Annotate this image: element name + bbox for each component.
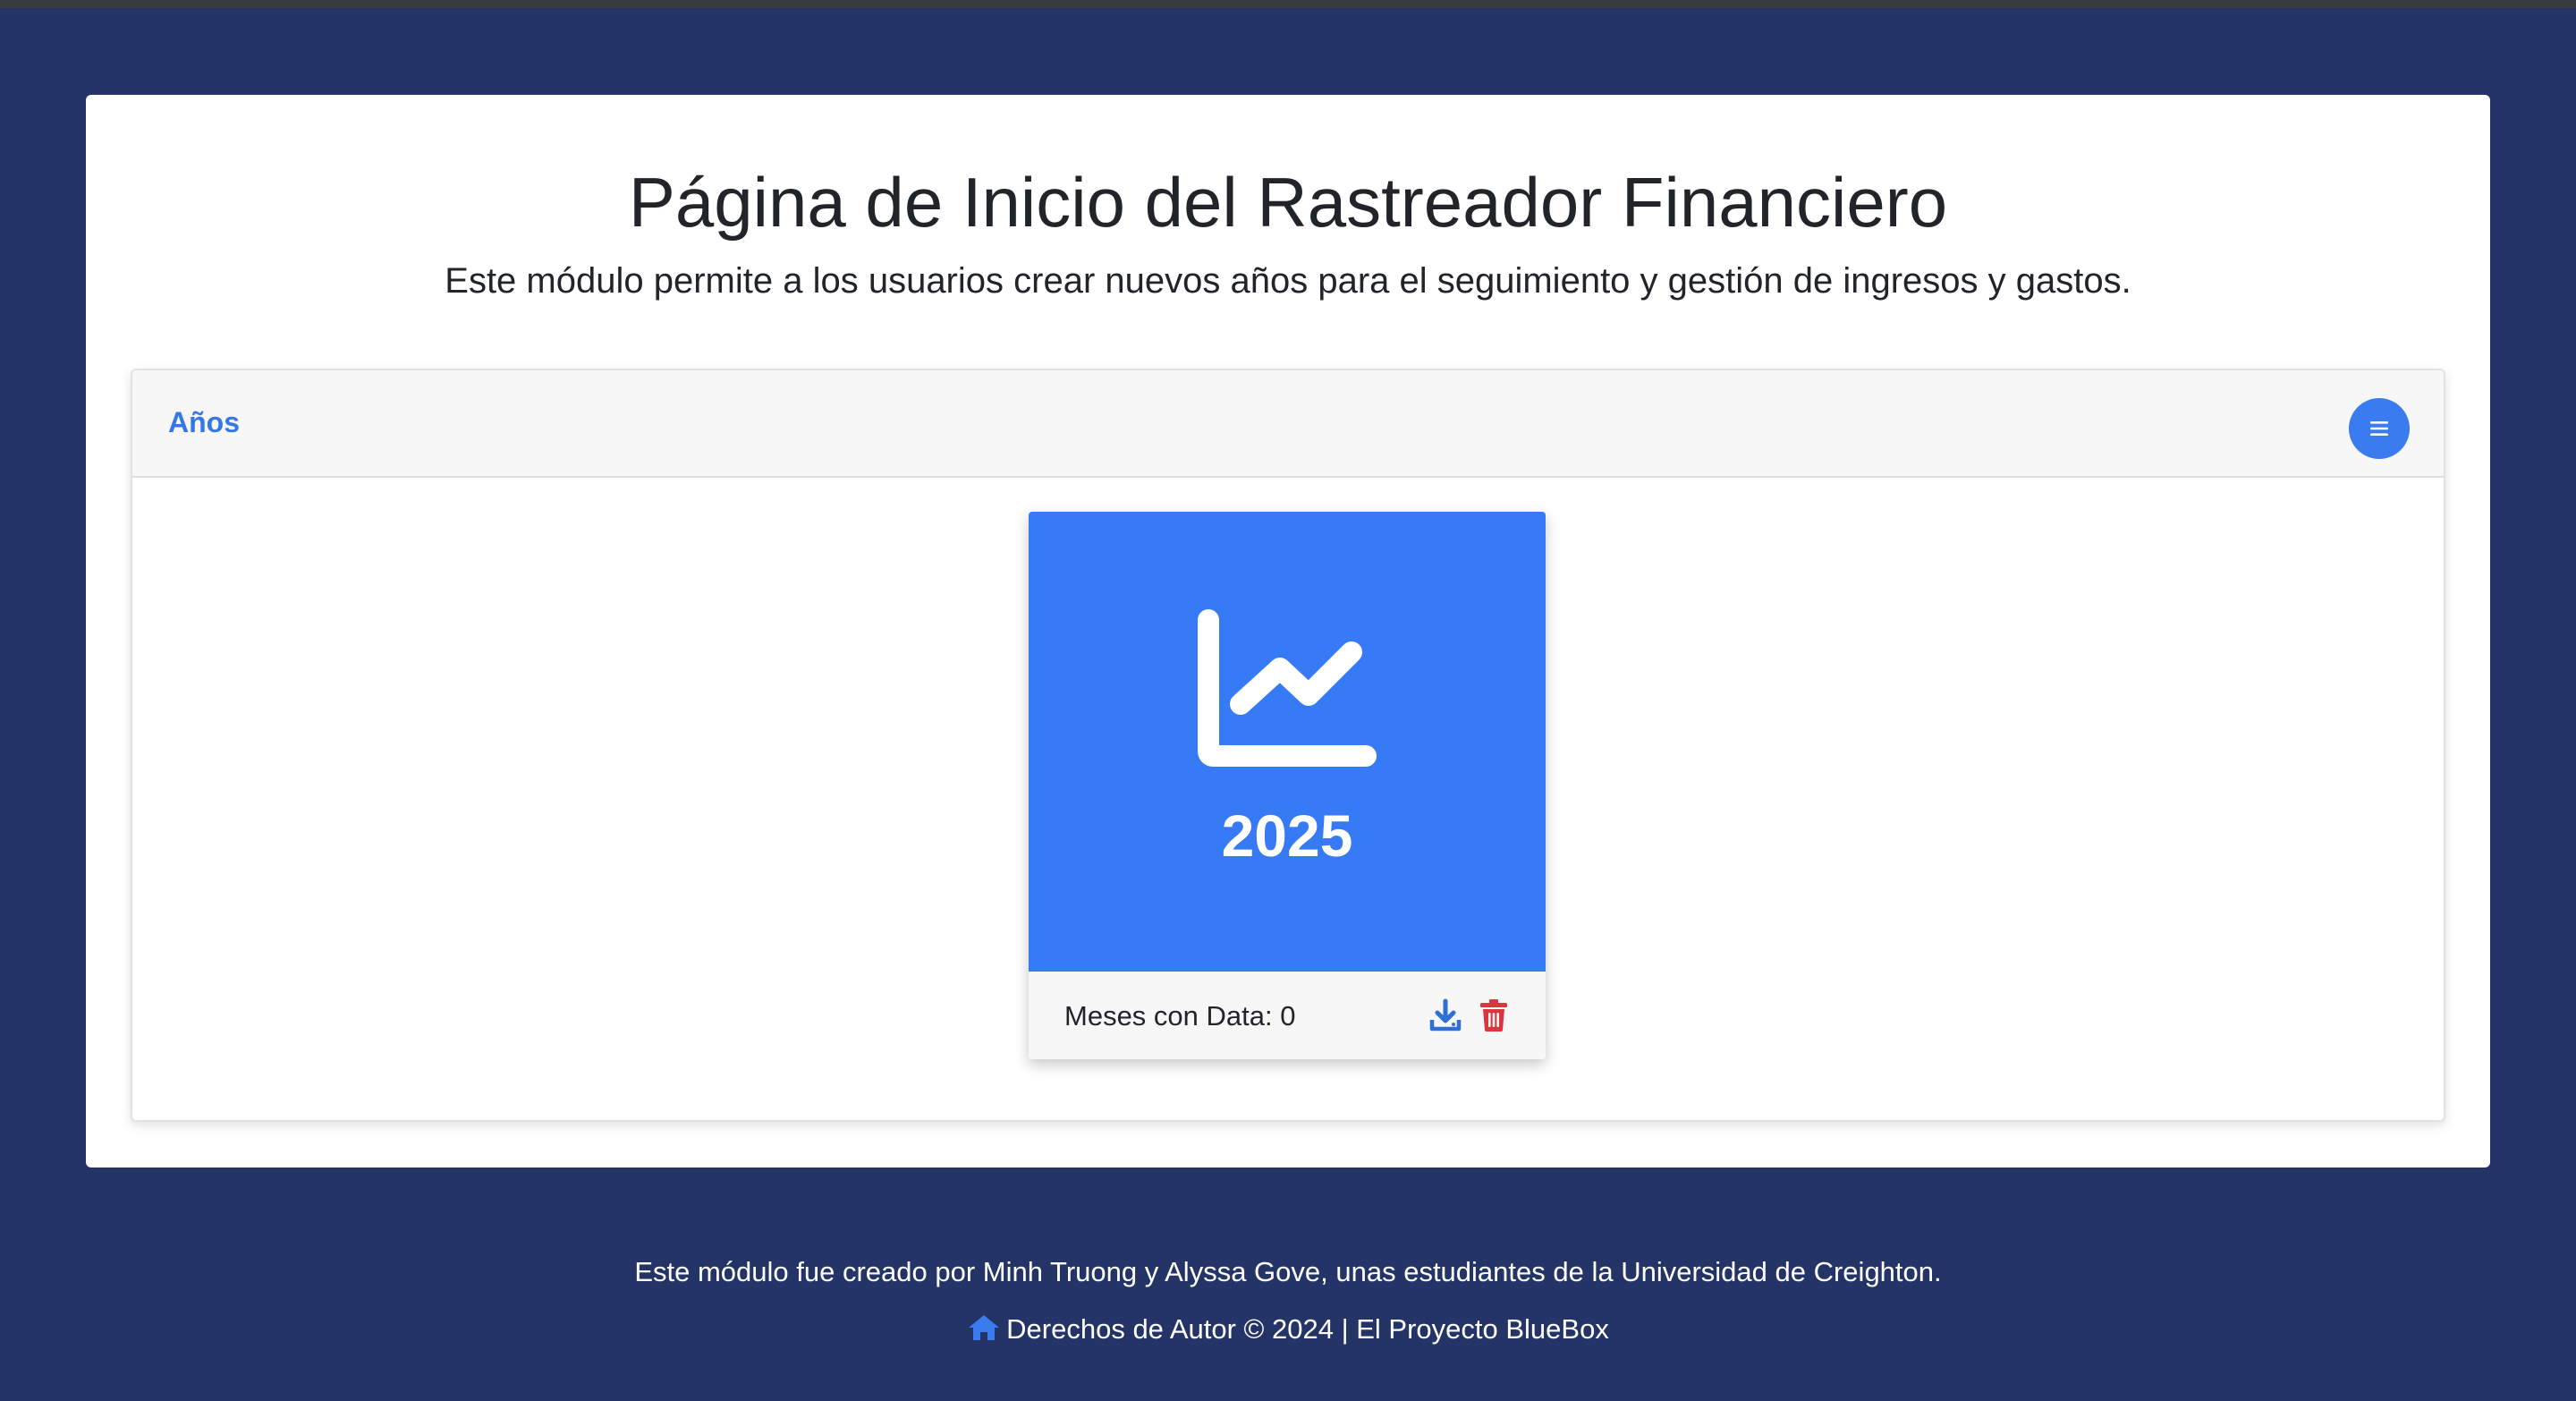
years-panel: Años 2025 Meses con Data: 0 [131,369,2445,1122]
footer-copyright-line: Derechos de Autor © 2024 | El Proyecto B… [0,1313,2576,1346]
line-chart-icon [1198,609,1377,767]
years-panel-header: Años [132,370,2444,478]
window-top-bar [0,0,2576,8]
trash-icon [1480,999,1507,1032]
year-card-banner[interactable]: 2025 [1029,512,1546,972]
page-subtitle: Este módulo permite a los usuarios crear… [445,261,2131,301]
footer-credit: Este módulo fue creado por Minh Truong y… [634,1256,1942,1287]
download-icon [1429,998,1462,1032]
page-title: Página de Inicio del Rastreador Financie… [628,163,1948,242]
menu-button[interactable] [2349,398,2410,459]
year-label: 2025 [1221,802,1353,869]
home-icon[interactable] [967,1313,1001,1342]
delete-button[interactable] [1479,998,1508,1032]
year-card[interactable]: 2025 Meses con Data: 0 [1029,512,1546,1059]
menu-lines-icon [2370,421,2388,436]
months-with-data-label: Meses con Data: 0 [1064,1000,1296,1032]
footer-copyright: Derechos de Autor © 2024 | El Proyecto B… [1006,1313,1609,1345]
download-button[interactable] [1429,998,1462,1032]
main-card: Página de Inicio del Rastreador Financie… [86,95,2490,1168]
year-card-footer: Meses con Data: 0 [1029,972,1546,1059]
years-panel-title: Años [168,406,240,438]
